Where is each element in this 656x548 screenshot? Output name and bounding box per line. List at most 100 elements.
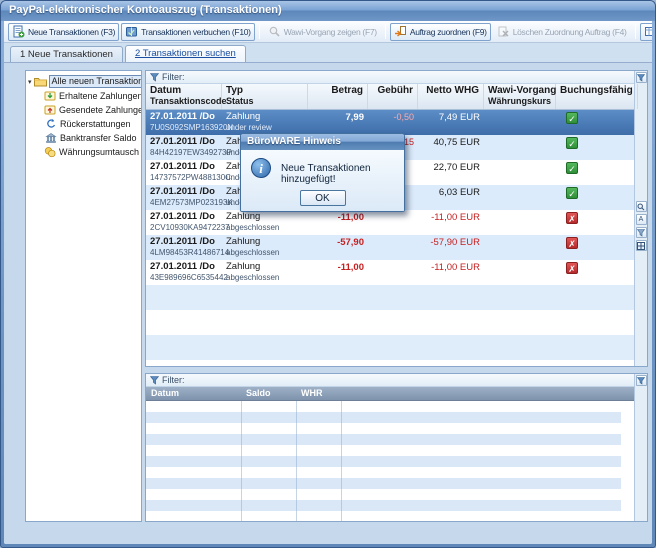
dialog-message: Neue Transaktionen hinzugefügt! bbox=[281, 163, 404, 185]
transaction-status: abgeschlossen bbox=[226, 272, 304, 283]
ok-button[interactable]: OK bbox=[300, 190, 346, 206]
new-transactions-icon bbox=[12, 25, 25, 38]
tab-neue-transaktionen[interactable]: 1 Neue Transaktionen bbox=[10, 46, 123, 62]
search-tool-icon[interactable] bbox=[636, 201, 647, 212]
column-header-saldo[interactable]: Saldo bbox=[241, 387, 296, 400]
hinweis-dialog: BüroWARE Hinweis i Neue Transaktionen hi… bbox=[240, 133, 405, 212]
cell-datum: 27.01.2011 /Do7U0S092SMP163920N bbox=[146, 110, 222, 135]
book-transactions-button[interactable]: Transaktionen verbuchen (F10) bbox=[121, 23, 255, 41]
cell-datum: 27.01.2011 /Do2CV10930KA9472237 bbox=[146, 210, 222, 235]
tree-expander-icon[interactable]: ▾ bbox=[28, 78, 32, 86]
new-transactions-button[interactable]: Neue Transaktionen (F3) bbox=[8, 23, 119, 41]
cell-buchungsfaehig bbox=[556, 160, 634, 185]
cell-typ: Zahlungabgeschlossen bbox=[222, 260, 308, 285]
cell-wawi-vorgang bbox=[484, 185, 556, 210]
transaction-code: 2CV10930KA9472237 bbox=[150, 222, 218, 233]
column-divider bbox=[241, 401, 242, 521]
transactions-filter-row[interactable]: Filter: bbox=[146, 71, 634, 84]
cell-buchungsfaehig bbox=[556, 185, 634, 210]
cell-wawi-vorgang bbox=[484, 135, 556, 160]
column-header-typ[interactable]: TypStatus bbox=[222, 84, 308, 109]
filter-icon[interactable] bbox=[636, 72, 647, 83]
filter-label: Filter: bbox=[162, 375, 185, 385]
assign-order-button[interactable]: Auftrag zuordnen (F9) bbox=[390, 23, 491, 41]
cell-typ: Zahlungunder review bbox=[222, 110, 308, 135]
transaction-code: 14737572PW488130C bbox=[150, 172, 218, 183]
column-header-netto-whg[interactable]: Netto WHG bbox=[418, 84, 484, 109]
column-header-whr[interactable]: WHR bbox=[296, 387, 341, 400]
column-divider bbox=[296, 401, 297, 521]
cell-datum: 27.01.2011 /Do4LM98453R41486714 bbox=[146, 235, 222, 260]
cell-typ: Zahlungabgeschlossen bbox=[222, 235, 308, 260]
cell-wawi-vorgang bbox=[484, 110, 556, 135]
grid-tool-icon[interactable] bbox=[636, 240, 647, 251]
tab-bar: 1 Neue Transaktionen 2 Transaktionen suc… bbox=[4, 43, 652, 62]
tree-item-waehrungsumtausch[interactable]: Währungsumtausch bbox=[44, 145, 139, 159]
cell-buchungsfaehig bbox=[556, 210, 634, 235]
cell-betrag: -11,00 bbox=[308, 260, 368, 285]
details-icon bbox=[644, 25, 652, 38]
transaction-code: 4EM27573MP023193K bbox=[150, 197, 218, 208]
filter-icon[interactable] bbox=[636, 375, 647, 386]
empty-rows-area bbox=[146, 285, 634, 367]
table-tool-group: A bbox=[635, 201, 647, 251]
tree-item-gesendete-zahlungen[interactable]: Gesendete Zahlungen bbox=[44, 103, 139, 117]
font-tool-icon[interactable]: A bbox=[636, 214, 647, 225]
tab-transaktionen-suchen[interactable]: 2 Transaktionen suchen bbox=[125, 45, 246, 62]
magnifier-icon bbox=[268, 25, 281, 38]
details-button[interactable]: Details bbox=[640, 23, 652, 41]
cell-netto-whg: 7,49 EUR bbox=[418, 110, 484, 135]
table-tool-strip: A bbox=[634, 71, 647, 366]
cell-datum: 27.01.2011 /Do4EM27573MP023193K bbox=[146, 185, 222, 210]
cell-buchungsfaehig bbox=[556, 260, 634, 285]
saldo-table-panel: Filter: Datum Saldo WHR bbox=[145, 373, 648, 522]
cell-datum: 27.01.2011 /Do43E989696C6535442 bbox=[146, 260, 222, 285]
cell-wawi-vorgang bbox=[484, 160, 556, 185]
column-header-betrag[interactable]: Betrag bbox=[308, 84, 368, 109]
filter-label: Filter: bbox=[162, 72, 185, 82]
toolbar-separator bbox=[635, 24, 636, 39]
column-header-wawi-vorgang[interactable]: Wawi-VorgangWährungskurs bbox=[484, 84, 556, 109]
transaction-code: 7U0S092SMP163920N bbox=[150, 122, 218, 133]
window-titlebar[interactable]: PayPal-elektronischer Kontoauszug (Trans… bbox=[1, 1, 655, 21]
cell-typ: Zahlungabgeschlossen bbox=[222, 210, 308, 235]
transactions-table: Filter: DatumTransaktionscode TypStatus … bbox=[146, 71, 634, 366]
saldo-filter-row[interactable]: Filter: bbox=[146, 374, 634, 387]
tree-item-banktransfer-saldo[interactable]: Banktransfer Saldo bbox=[44, 131, 139, 145]
filter-tool-icon[interactable] bbox=[636, 227, 647, 238]
cell-netto-whg: -11,00 EUR bbox=[418, 260, 484, 285]
cell-datum: 27.01.2011 /Do14737572PW488130C bbox=[146, 160, 222, 185]
assign-order-icon bbox=[394, 25, 407, 38]
cell-netto-whg: -11,00 EUR bbox=[418, 210, 484, 235]
saldo-empty-rows bbox=[146, 401, 621, 521]
column-header-gebuehr[interactable]: Gebühr bbox=[368, 84, 418, 109]
toolbar-separator bbox=[385, 24, 386, 39]
transaction-row[interactable]: 27.01.2011 /Do7U0S092SMP163920N Zahlungu… bbox=[146, 110, 634, 135]
refund-icon bbox=[44, 118, 57, 130]
cell-buchungsfaehig bbox=[556, 110, 634, 135]
cell-gebuehr bbox=[368, 260, 418, 285]
column-header-datum[interactable]: Datum bbox=[146, 387, 241, 400]
bank-icon bbox=[44, 132, 57, 144]
tree-item-rueckerstattungen[interactable]: Rückerstattungen bbox=[44, 117, 139, 131]
transaction-row[interactable]: 27.01.2011 /Do43E989696C6535442 Zahlunga… bbox=[146, 260, 634, 285]
cell-netto-whg: 6,03 EUR bbox=[418, 185, 484, 210]
delete-assignment-button: Löschen Zuordnung Auftrag (F4) bbox=[493, 23, 631, 41]
app-window: PayPal-elektronischer Kontoauszug (Trans… bbox=[0, 0, 656, 548]
bookable-icon bbox=[566, 237, 578, 249]
funnel-icon bbox=[150, 73, 159, 82]
column-header-buchungsfaehig[interactable]: Buchungsfähig bbox=[556, 84, 638, 109]
tree-item-alle-neuen-transaktionen[interactable]: ▾ Alle neuen Transaktionen bbox=[28, 74, 139, 89]
transaction-row[interactable]: 27.01.2011 /Do2CV10930KA9472237 Zahlunga… bbox=[146, 210, 634, 235]
bookable-icon bbox=[566, 137, 578, 149]
bookable-icon bbox=[566, 162, 578, 174]
transaction-category-tree: ▾ Alle neuen Transaktionen Erhaltene Zah… bbox=[25, 70, 142, 522]
cell-betrag: 7,99 bbox=[308, 110, 368, 135]
dialog-titlebar[interactable]: BüroWARE Hinweis bbox=[241, 134, 404, 150]
transaction-row[interactable]: 27.01.2011 /Do4LM98453R41486714 Zahlunga… bbox=[146, 235, 634, 260]
cell-betrag: -11,00 bbox=[308, 210, 368, 235]
received-payment-icon bbox=[44, 90, 56, 102]
tree-item-erhaltene-zahlungen[interactable]: Erhaltene Zahlungen bbox=[44, 89, 139, 103]
column-header-datum[interactable]: DatumTransaktionscode bbox=[146, 84, 222, 109]
saldo-table: Filter: Datum Saldo WHR bbox=[146, 374, 634, 521]
